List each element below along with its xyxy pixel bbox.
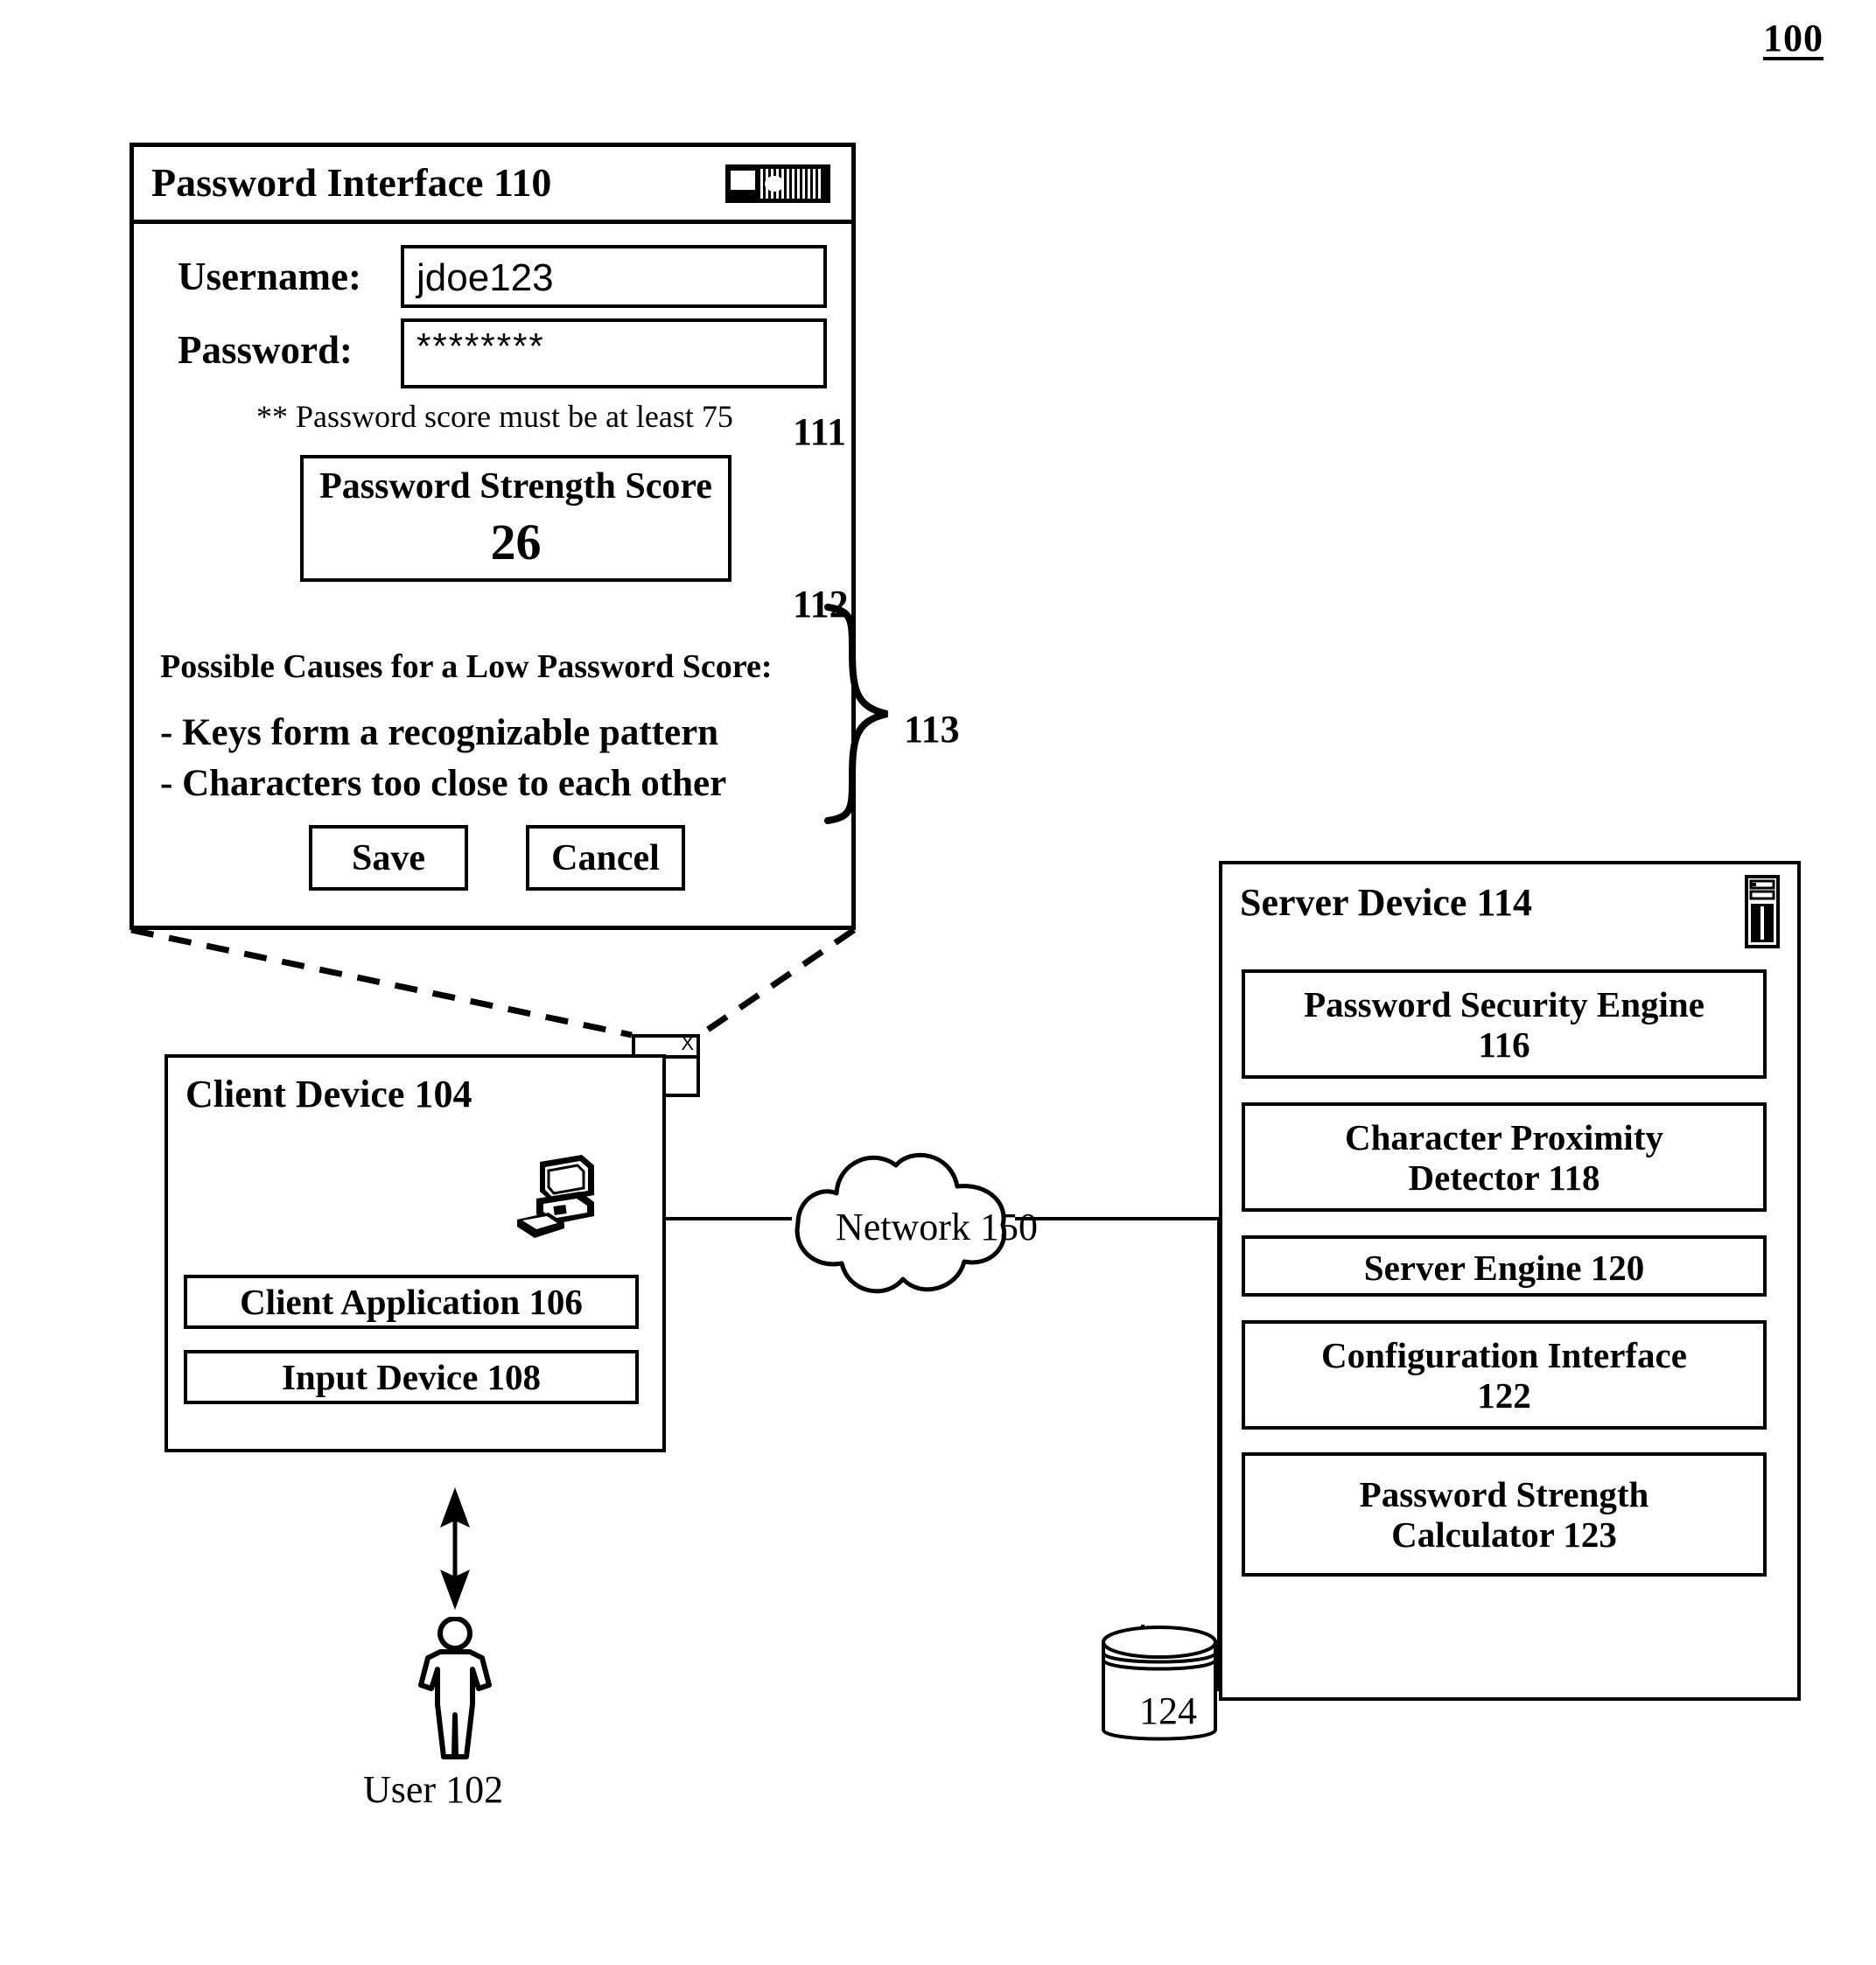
desktop-computer-icon [517,1155,594,1238]
reference-numeral-113: 113 [904,708,960,751]
possible-cause-item: - Characters too close to each other [160,763,727,804]
password-score-requirement-note: ** Password score must be at least 75 [256,399,733,434]
password-strength-score-box: Password Strength Score 26 [300,455,732,582]
possible-cause-item: - Keys form a recognizable pattern [160,712,719,753]
server-module-configuration-interface: Configuration Interface 122 [1242,1320,1767,1430]
server-tower-icon [1745,875,1780,948]
database-label: 124 [1139,1689,1197,1732]
double-headed-arrow-icon [440,1487,470,1610]
cancel-button[interactable]: Cancel [526,825,685,891]
module-label-line: 122 [1477,1375,1531,1416]
close-icon[interactable]: X [681,1033,694,1054]
person-icon [418,1617,492,1759]
password-input[interactable]: ******** [401,318,827,388]
server-module-password-strength-calculator: Password Strength Calculator 123 [1242,1452,1767,1577]
password-strength-score-value: 26 [490,514,542,570]
client-device-box: Client Device 104 Client Application 106… [164,1054,666,1452]
module-label-line: Password Strength [1359,1474,1649,1514]
network-label: Network 150 [836,1206,1038,1248]
module-label-line: Character Proximity [1345,1117,1663,1157]
module-label-line: Configuration Interface [1321,1335,1687,1375]
server-device-box: Server Device 114 Password Security Engi… [1219,861,1801,1701]
module-label-line: Password Security Engine [1304,984,1704,1024]
password-interface-titlebar: Password Interface 110 [134,147,851,224]
window-controls-icon[interactable] [725,164,830,203]
module-label-line: Calculator 123 [1391,1514,1617,1555]
server-device-title: Server Device 114 [1240,881,1532,924]
input-device-module: Input Device 108 [184,1350,639,1404]
server-module-server-engine: Server Engine 120 [1242,1235,1767,1297]
password-value: ******** [416,325,545,367]
module-label-line: 116 [1478,1024,1530,1065]
module-label-line: Detector 118 [1408,1157,1600,1198]
password-strength-score-title: Password Strength Score [319,466,712,507]
reference-numeral-111: 111 [793,410,847,453]
possible-causes-title: Possible Causes for a Low Password Score… [160,648,773,685]
module-label-line: Server Engine 120 [1363,1248,1645,1288]
save-button[interactable]: Save [309,825,468,891]
server-module-password-security-engine: Password Security Engine 116 [1242,969,1767,1079]
password-label: Password: [178,328,353,372]
server-module-character-proximity-detector: Character Proximity Detector 118 [1242,1102,1767,1212]
username-value: jdoe123 [416,256,554,299]
username-label: Username: [178,255,361,298]
page-title: Password Interface 110 [151,160,552,205]
user-label: User 102 [363,1768,504,1811]
client-device-title: Client Device 104 [186,1073,472,1115]
username-input[interactable]: jdoe123 [401,245,827,308]
password-interface-panel: Password Interface 110 Username: jdoe123… [130,143,856,930]
client-application-module: Client Application 106 [184,1275,639,1329]
